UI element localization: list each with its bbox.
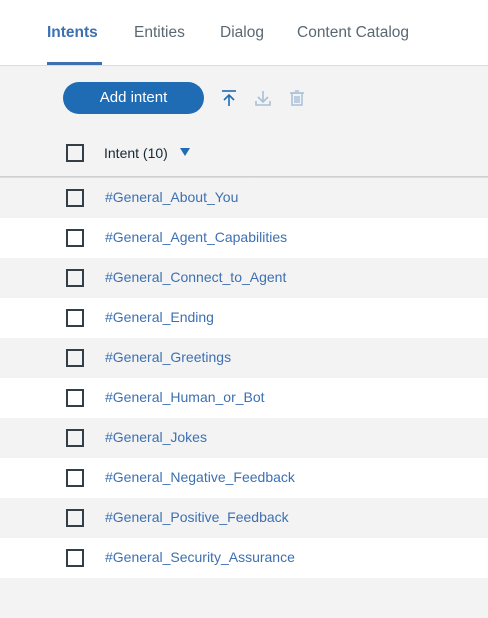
- intent-link[interactable]: #General_Agent_Capabilities: [105, 229, 287, 245]
- row-checkbox[interactable]: [66, 469, 84, 487]
- intent-link[interactable]: #General_Jokes: [105, 429, 207, 445]
- list-item: #General_Positive_Feedback: [0, 498, 488, 538]
- intent-link[interactable]: #General_Ending: [105, 309, 214, 325]
- list-item: #General_Agent_Capabilities: [0, 218, 488, 258]
- row-checkbox[interactable]: [66, 269, 84, 287]
- row-checkbox[interactable]: [66, 389, 84, 407]
- list-item: #General_Ending: [0, 298, 488, 338]
- intent-link[interactable]: #General_About_You: [105, 189, 238, 205]
- tab-dialog[interactable]: Dialog: [220, 24, 264, 42]
- row-checkbox[interactable]: [66, 349, 84, 367]
- tab-intents[interactable]: Intents: [47, 24, 98, 42]
- list-footer: [0, 578, 488, 618]
- tab-entities[interactable]: Entities: [134, 24, 185, 42]
- intent-column-header[interactable]: Intent (10): [104, 145, 168, 161]
- list-item: #General_Greetings: [0, 338, 488, 378]
- list-item: #General_Human_or_Bot: [0, 378, 488, 418]
- intent-link[interactable]: #General_Positive_Feedback: [105, 509, 289, 525]
- row-checkbox[interactable]: [66, 309, 84, 327]
- intent-link[interactable]: #General_Human_or_Bot: [105, 389, 265, 405]
- list-item: #General_Connect_to_Agent: [0, 258, 488, 298]
- row-checkbox[interactable]: [66, 189, 84, 207]
- intent-link[interactable]: #General_Security_Assurance: [105, 549, 295, 565]
- intent-link[interactable]: #General_Negative_Feedback: [105, 469, 295, 485]
- row-checkbox[interactable]: [66, 549, 84, 567]
- list-item: #General_About_You: [0, 178, 488, 218]
- active-tab-indicator: [47, 62, 102, 65]
- row-checkbox[interactable]: [66, 429, 84, 447]
- select-all-checkbox[interactable]: [66, 144, 84, 162]
- row-checkbox[interactable]: [66, 509, 84, 527]
- list-item: #General_Negative_Feedback: [0, 458, 488, 498]
- intent-list: #General_About_You #General_Agent_Capabi…: [0, 178, 488, 578]
- tab-content-catalog[interactable]: Content Catalog: [297, 24, 409, 42]
- intent-link[interactable]: #General_Greetings: [105, 349, 231, 365]
- sort-down-icon[interactable]: [180, 148, 190, 156]
- tab-bar: Intents Entities Dialog Content Catalog: [0, 0, 488, 66]
- table-header: Intent (10): [0, 66, 488, 177]
- list-item: #General_Security_Assurance: [0, 538, 488, 578]
- intent-link[interactable]: #General_Connect_to_Agent: [105, 269, 286, 285]
- list-item: #General_Jokes: [0, 418, 488, 458]
- row-checkbox[interactable]: [66, 229, 84, 247]
